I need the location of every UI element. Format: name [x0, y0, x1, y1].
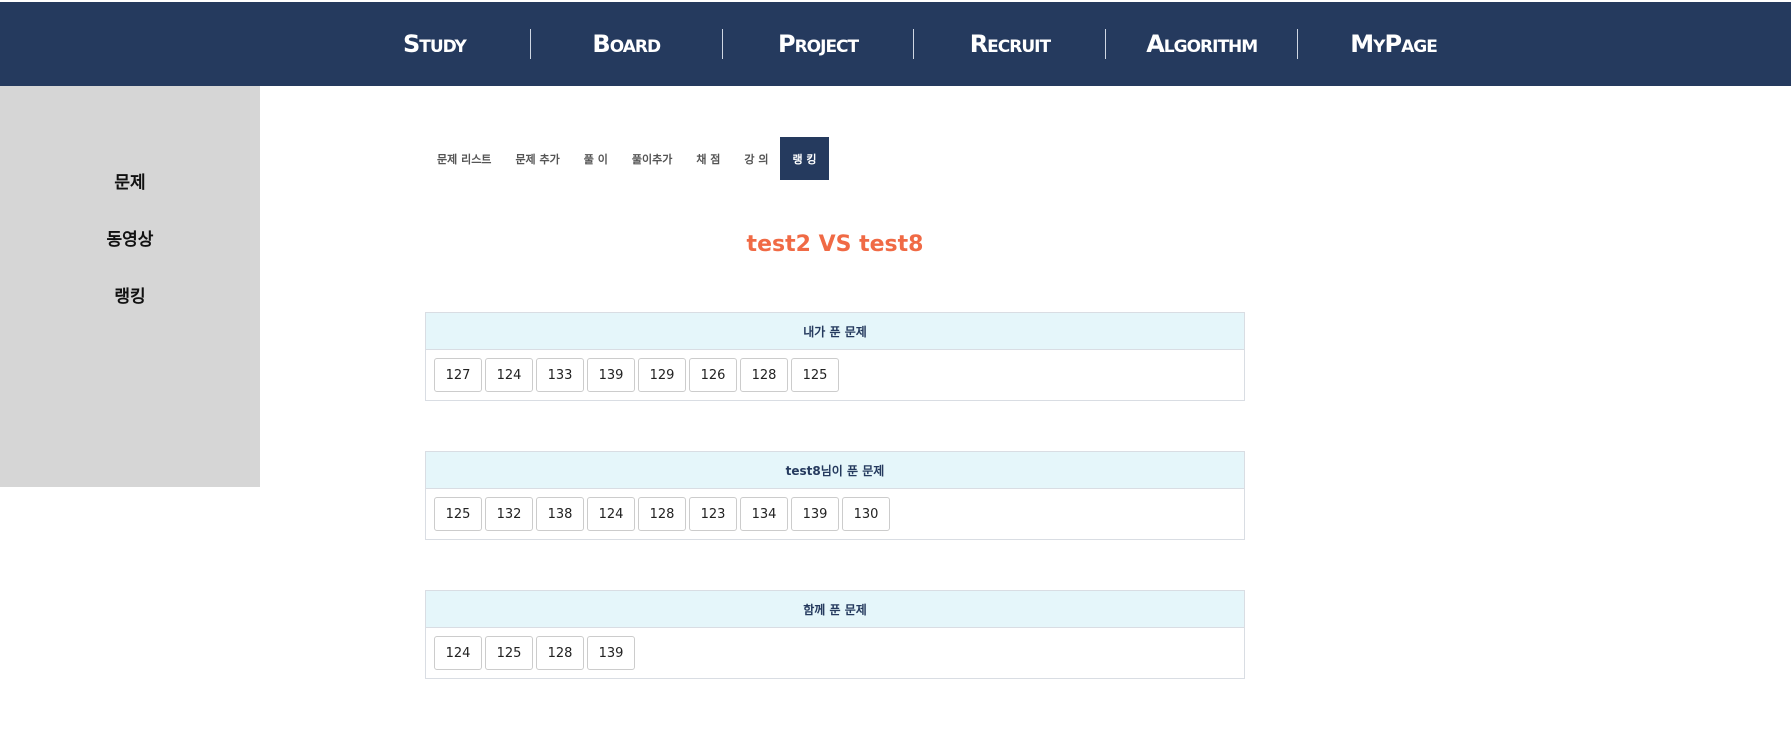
nav-item-algorithm[interactable]: Algorithm	[1106, 29, 1299, 59]
panel-heading: 내가 푼 문제	[426, 313, 1244, 350]
problem-chip[interactable]: 129	[638, 358, 686, 392]
problem-chip[interactable]: 139	[791, 497, 839, 531]
tab-solution[interactable]: 풀 이	[572, 137, 620, 180]
tab-grading[interactable]: 채 점	[684, 137, 732, 180]
sidebar-item-ranking[interactable]: 랭킹	[0, 282, 260, 307]
tab-lecture[interactable]: 강 의	[732, 137, 780, 180]
problem-chip[interactable]: 128	[638, 497, 686, 531]
comparison-title: test2 VS test8	[746, 232, 924, 257]
problem-chip[interactable]: 125	[434, 497, 482, 531]
problem-chip[interactable]: 127	[434, 358, 482, 392]
problem-chip[interactable]: 133	[536, 358, 584, 392]
main-menu: Study Board Project Recruit Algorithm My…	[339, 2, 1489, 86]
problem-chip[interactable]: 139	[587, 358, 635, 392]
panel-common-solved: 함께 푼 문제 124 125 128 139	[425, 590, 1245, 679]
problem-chip[interactable]: 126	[689, 358, 737, 392]
problem-chip[interactable]: 125	[485, 636, 533, 670]
sidebar: 문제 동영상 랭킹	[0, 86, 260, 487]
tab-ranking[interactable]: 랭 킹	[780, 137, 829, 180]
problem-chip[interactable]: 124	[587, 497, 635, 531]
nav-item-study[interactable]: Study	[339, 29, 531, 59]
tab-problem-add[interactable]: 문제 추가	[503, 137, 571, 180]
panel-other-solved: test8님이 푼 문제 125 132 138 124 128 123 134…	[425, 451, 1245, 540]
problem-chip[interactable]: 130	[842, 497, 890, 531]
panel-heading: test8님이 푼 문제	[426, 452, 1244, 489]
sidebar-item-video[interactable]: 동영상	[0, 225, 260, 250]
problem-chip-list: 125 132 138 124 128 123 134 139 130	[426, 489, 1244, 531]
panel-heading: 함께 푼 문제	[426, 591, 1244, 628]
top-nav: Study Board Project Recruit Algorithm My…	[0, 2, 1791, 86]
sidebar-item-problem[interactable]: 문제	[0, 168, 260, 193]
problem-chip[interactable]: 123	[689, 497, 737, 531]
problem-chip[interactable]: 132	[485, 497, 533, 531]
problem-chip[interactable]: 124	[434, 636, 482, 670]
nav-item-project[interactable]: Project	[723, 29, 915, 59]
problem-chip[interactable]: 134	[740, 497, 788, 531]
problem-chip[interactable]: 125	[791, 358, 839, 392]
tab-solution-add[interactable]: 풀이추가	[620, 137, 684, 180]
problem-chip[interactable]: 128	[536, 636, 584, 670]
tab-problem-list[interactable]: 문제 리스트	[425, 137, 503, 180]
nav-item-mypage[interactable]: MyPage	[1298, 29, 1489, 59]
problem-chip[interactable]: 138	[536, 497, 584, 531]
problem-chip[interactable]: 128	[740, 358, 788, 392]
nav-item-recruit[interactable]: Recruit	[914, 29, 1107, 59]
panel-my-solved: 내가 푼 문제 127 124 133 139 129 126 128 125	[425, 312, 1245, 401]
problem-chip[interactable]: 124	[485, 358, 533, 392]
problem-chip[interactable]: 139	[587, 636, 635, 670]
nav-item-board[interactable]: Board	[531, 29, 723, 59]
problem-chip-list: 124 125 128 139	[426, 628, 1244, 670]
problem-chip-list: 127 124 133 139 129 126 128 125	[426, 350, 1244, 392]
algorithm-tabs: 문제 리스트 문제 추가 풀 이 풀이추가 채 점 강 의 랭 킹	[425, 137, 829, 180]
